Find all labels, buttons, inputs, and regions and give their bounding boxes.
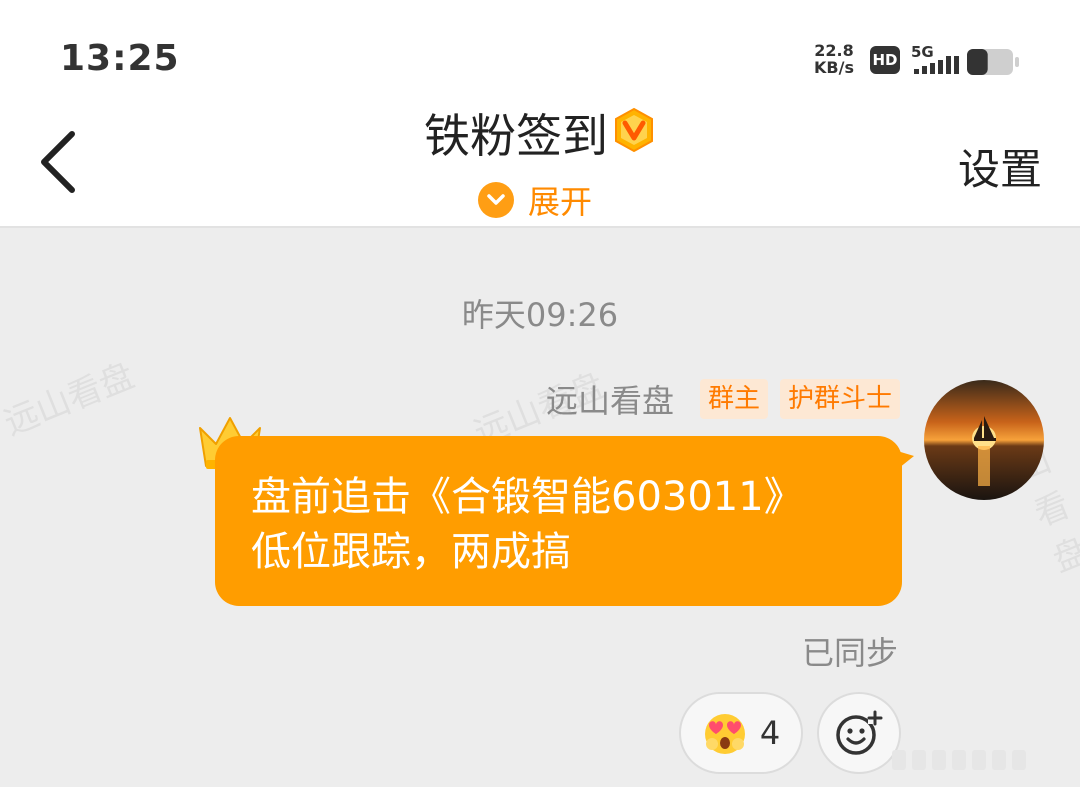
page-title: 铁粉签到 bbox=[424, 109, 608, 163]
bubble-tail bbox=[894, 450, 914, 472]
sender-name[interactable]: 远山看盘 bbox=[546, 376, 674, 422]
signal-5g-icon: 5G bbox=[911, 43, 959, 74]
battery-icon bbox=[967, 49, 1019, 75]
network-speed-unit: KB/s bbox=[814, 58, 854, 77]
settings-button[interactable]: 设置 bbox=[958, 136, 1042, 197]
heart-eyes-emoji-icon bbox=[704, 714, 745, 754]
chevron-down-icon bbox=[478, 182, 514, 218]
message-bubble[interactable]: 盘前追击《合锻智能603011》 低位跟踪，两成搞 bbox=[215, 436, 902, 606]
message-timestamp: 昨天09:26 bbox=[461, 296, 619, 334]
sender-info: 远山看盘 群主 护群斗士 bbox=[546, 376, 900, 422]
avatar[interactable] bbox=[924, 380, 1044, 500]
add-emoji-icon bbox=[836, 710, 883, 755]
message-line-2: 低位跟踪，两成搞 bbox=[251, 529, 571, 575]
sync-status: 已同步 bbox=[801, 634, 898, 672]
message-line-1: 盘前追击《合锻智能603011》 bbox=[251, 474, 804, 520]
network-type-label: 5G bbox=[911, 43, 934, 61]
watermark: 远山看盘 bbox=[0, 355, 140, 444]
status-time: 13:25 bbox=[60, 38, 180, 79]
header-divider bbox=[0, 226, 1080, 228]
hd-icon: HD bbox=[870, 46, 900, 74]
role-tag-guardian: 护群斗士 bbox=[779, 379, 900, 419]
reaction-count: 4 bbox=[759, 714, 781, 752]
expand-label: 展开 bbox=[528, 183, 593, 221]
expand-toggle[interactable]: 展开 bbox=[478, 178, 592, 222]
reaction-pill[interactable]: 4 bbox=[679, 692, 803, 774]
loading-dots-icon bbox=[892, 750, 1026, 770]
network-speed: 22.8 KB/s bbox=[808, 42, 860, 76]
v-badge-icon bbox=[615, 107, 653, 153]
network-speed-value: 22.8 bbox=[814, 41, 854, 60]
title-row: 铁粉签到 bbox=[0, 100, 1080, 166]
role-tag-owner: 群主 bbox=[699, 379, 768, 419]
